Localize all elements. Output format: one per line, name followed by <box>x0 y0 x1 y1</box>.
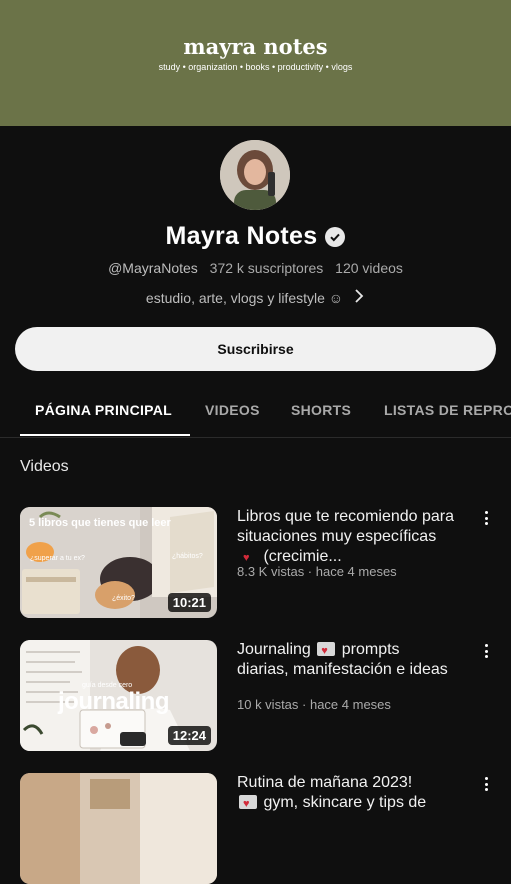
heart-emoji-icon <box>239 794 257 814</box>
more-options-icon[interactable] <box>476 644 496 658</box>
channel-handle: @MayraNotes <box>108 260 198 276</box>
section-title: Videos <box>20 458 69 475</box>
thumbnail-text-big: journaling <box>58 688 170 715</box>
video-title[interactable]: Rutina de mañana 2023! gym, skincare y t… <box>237 773 455 814</box>
video-meta: 8.3 K vistas · hace 4 meses <box>237 564 397 579</box>
chevron-right-icon[interactable] <box>353 288 365 307</box>
tab-home[interactable]: PÁGINA PRINCIPAL <box>35 402 172 418</box>
avatar-photo <box>220 140 290 210</box>
channel-description: estudio, arte, vlogs y lifestyle ☺ <box>145 289 344 306</box>
video-duration: 10:21 <box>167 593 211 612</box>
channel-meta: @MayraNotes 372 k suscriptores 120 video… <box>0 260 511 276</box>
video-thumbnail[interactable]: guía desde cero journaling 12:24 <box>20 640 217 751</box>
subscriber-count: 372 k suscriptores <box>209 260 324 276</box>
channel-tabs: PÁGINA PRINCIPAL VIDEOS SHORTS LISTAS DE… <box>0 392 511 438</box>
video-title-text: Journaling <box>237 641 311 658</box>
video-meta: 10 k vistas · hace 4 meses <box>237 697 391 712</box>
banner-subtitle: study • organization • books • productiv… <box>158 62 353 72</box>
video-title-line2: gym, skincare y tips de <box>263 794 427 811</box>
video-thumbnail[interactable] <box>20 773 217 884</box>
tab-videos[interactable]: VIDEOS <box>205 402 260 418</box>
heart-emoji-icon <box>317 641 336 661</box>
active-tab-indicator <box>20 434 190 436</box>
video-title-tail: (crecimie... <box>263 548 342 565</box>
video-item[interactable]: 5 libros que tienes que leer ¿superar a … <box>20 507 511 619</box>
thumbnail-text-b: ¿hábitos? <box>172 553 203 560</box>
channel-banner: mayra notes study • organization • books… <box>0 0 511 126</box>
tab-shorts[interactable]: SHORTS <box>291 402 351 418</box>
banner-title: mayra notes <box>183 34 328 59</box>
more-options-icon[interactable] <box>476 777 496 791</box>
video-item[interactable]: guía desde cero journaling 12:24 Journal… <box>20 640 511 752</box>
channel-name: Mayra Notes <box>165 222 318 250</box>
avatar[interactable] <box>220 140 290 210</box>
heart-emoji-icon <box>239 548 257 568</box>
tab-playlists[interactable]: LISTAS DE REPRO <box>384 402 511 418</box>
video-thumbnail[interactable]: 5 libros que tienes que leer ¿superar a … <box>20 507 217 618</box>
subscribe-button[interactable]: Suscribirse <box>15 327 496 371</box>
video-title[interactable]: Libros que te recomiendo para situacione… <box>237 507 455 568</box>
thumbnail-text-c: ¿éxito? <box>112 595 135 602</box>
video-count: 120 videos <box>335 260 403 276</box>
channel-description-row[interactable]: estudio, arte, vlogs y lifestyle ☺ <box>0 288 511 307</box>
thumbnail-image <box>20 773 217 884</box>
more-options-icon[interactable] <box>476 511 496 525</box>
video-title-text: Libros que te recomiendo para situacione… <box>237 508 455 545</box>
thumbnail-text-top: 5 libros que tienes que leer <box>29 517 171 529</box>
channel-title-row: Mayra Notes <box>0 222 511 251</box>
video-item[interactable]: Rutina de mañana 2023! gym, skincare y t… <box>20 773 511 884</box>
thumbnail-text-a: ¿superar a tu ex? <box>30 555 85 562</box>
video-title[interactable]: Journaling prompts diarias, manifestació… <box>237 640 455 680</box>
verified-check-icon <box>325 226 346 247</box>
video-title-line1: Rutina de mañana 2023! <box>237 774 413 791</box>
video-duration: 12:24 <box>167 726 211 745</box>
